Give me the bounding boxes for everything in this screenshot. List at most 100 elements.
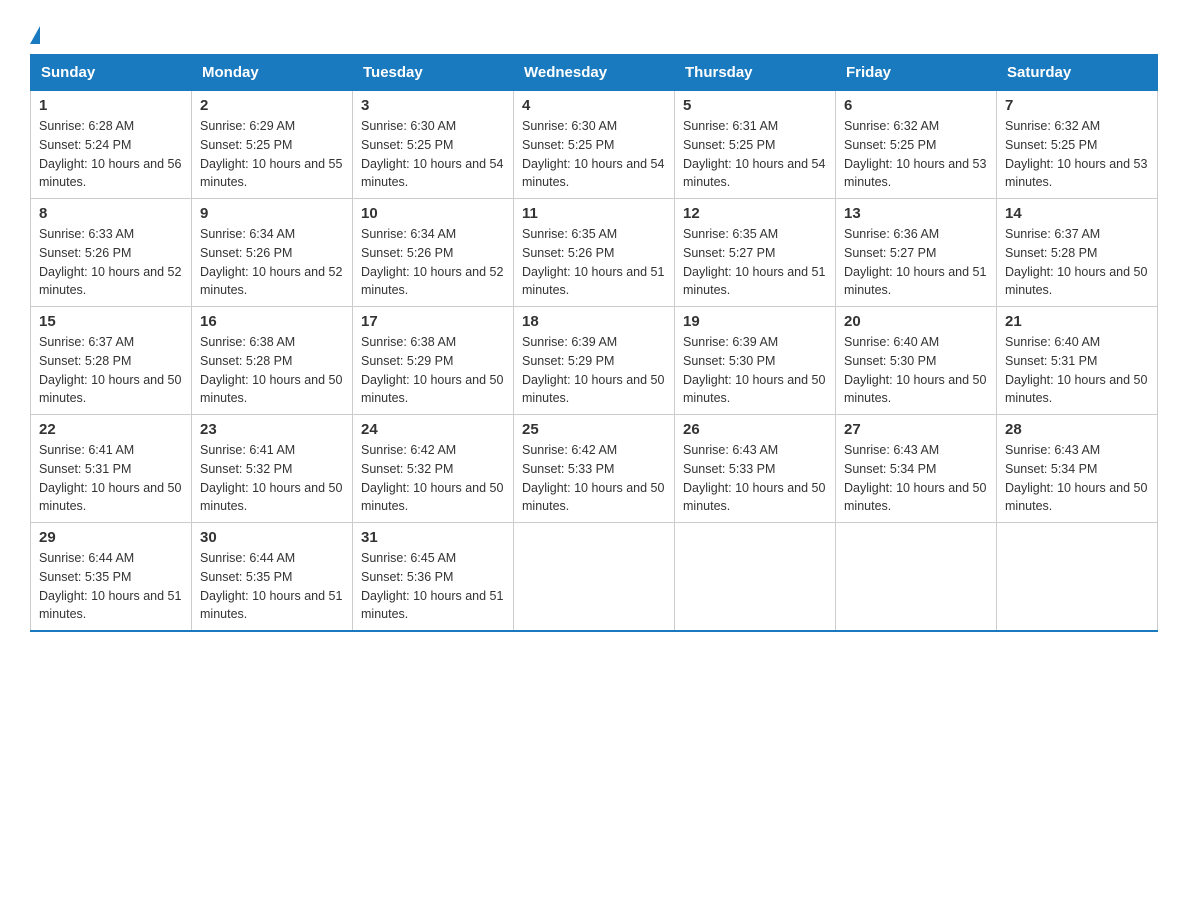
day-number: 5 [683, 97, 827, 114]
day-number: 18 [522, 313, 666, 330]
calendar-cell: 28 Sunrise: 6:43 AM Sunset: 5:34 PM Dayl… [997, 415, 1158, 523]
day-info: Sunrise: 6:28 AM Sunset: 5:24 PM Dayligh… [39, 117, 183, 192]
day-info: Sunrise: 6:36 AM Sunset: 5:27 PM Dayligh… [844, 225, 988, 300]
day-info: Sunrise: 6:34 AM Sunset: 5:26 PM Dayligh… [361, 225, 505, 300]
calendar-cell: 3 Sunrise: 6:30 AM Sunset: 5:25 PM Dayli… [353, 90, 514, 199]
day-info: Sunrise: 6:37 AM Sunset: 5:28 PM Dayligh… [39, 333, 183, 408]
day-number: 30 [200, 529, 344, 546]
calendar-cell: 20 Sunrise: 6:40 AM Sunset: 5:30 PM Dayl… [836, 307, 997, 415]
day-info: Sunrise: 6:44 AM Sunset: 5:35 PM Dayligh… [200, 549, 344, 624]
day-number: 17 [361, 313, 505, 330]
calendar-cell [675, 523, 836, 632]
day-header-thursday: Thursday [675, 55, 836, 90]
day-info: Sunrise: 6:31 AM Sunset: 5:25 PM Dayligh… [683, 117, 827, 192]
calendar-cell: 4 Sunrise: 6:30 AM Sunset: 5:25 PM Dayli… [514, 90, 675, 199]
day-number: 6 [844, 97, 988, 114]
day-info: Sunrise: 6:33 AM Sunset: 5:26 PM Dayligh… [39, 225, 183, 300]
day-number: 11 [522, 205, 666, 222]
logo [30, 30, 40, 44]
day-number: 8 [39, 205, 183, 222]
day-info: Sunrise: 6:40 AM Sunset: 5:30 PM Dayligh… [844, 333, 988, 408]
day-number: 28 [1005, 421, 1149, 438]
calendar-cell: 7 Sunrise: 6:32 AM Sunset: 5:25 PM Dayli… [997, 90, 1158, 199]
day-number: 23 [200, 421, 344, 438]
calendar-table: SundayMondayTuesdayWednesdayThursdayFrid… [30, 54, 1158, 632]
day-info: Sunrise: 6:30 AM Sunset: 5:25 PM Dayligh… [361, 117, 505, 192]
calendar-week-row: 22 Sunrise: 6:41 AM Sunset: 5:31 PM Dayl… [31, 415, 1158, 523]
day-header-tuesday: Tuesday [353, 55, 514, 90]
day-number: 25 [522, 421, 666, 438]
day-number: 4 [522, 97, 666, 114]
calendar-cell: 14 Sunrise: 6:37 AM Sunset: 5:28 PM Dayl… [997, 199, 1158, 307]
day-number: 14 [1005, 205, 1149, 222]
calendar-cell: 5 Sunrise: 6:31 AM Sunset: 5:25 PM Dayli… [675, 90, 836, 199]
day-info: Sunrise: 6:43 AM Sunset: 5:34 PM Dayligh… [844, 441, 988, 516]
calendar-cell: 10 Sunrise: 6:34 AM Sunset: 5:26 PM Dayl… [353, 199, 514, 307]
calendar-cell [836, 523, 997, 632]
day-number: 22 [39, 421, 183, 438]
day-info: Sunrise: 6:30 AM Sunset: 5:25 PM Dayligh… [522, 117, 666, 192]
day-number: 24 [361, 421, 505, 438]
calendar-cell: 27 Sunrise: 6:43 AM Sunset: 5:34 PM Dayl… [836, 415, 997, 523]
day-info: Sunrise: 6:37 AM Sunset: 5:28 PM Dayligh… [1005, 225, 1149, 300]
day-info: Sunrise: 6:45 AM Sunset: 5:36 PM Dayligh… [361, 549, 505, 624]
calendar-cell: 17 Sunrise: 6:38 AM Sunset: 5:29 PM Dayl… [353, 307, 514, 415]
day-info: Sunrise: 6:41 AM Sunset: 5:31 PM Dayligh… [39, 441, 183, 516]
day-info: Sunrise: 6:34 AM Sunset: 5:26 PM Dayligh… [200, 225, 344, 300]
calendar-cell: 31 Sunrise: 6:45 AM Sunset: 5:36 PM Dayl… [353, 523, 514, 632]
calendar-week-row: 1 Sunrise: 6:28 AM Sunset: 5:24 PM Dayli… [31, 90, 1158, 199]
day-number: 26 [683, 421, 827, 438]
day-info: Sunrise: 6:38 AM Sunset: 5:28 PM Dayligh… [200, 333, 344, 408]
day-number: 19 [683, 313, 827, 330]
day-info: Sunrise: 6:38 AM Sunset: 5:29 PM Dayligh… [361, 333, 505, 408]
day-header-monday: Monday [192, 55, 353, 90]
day-info: Sunrise: 6:44 AM Sunset: 5:35 PM Dayligh… [39, 549, 183, 624]
day-header-wednesday: Wednesday [514, 55, 675, 90]
day-info: Sunrise: 6:40 AM Sunset: 5:31 PM Dayligh… [1005, 333, 1149, 408]
calendar-cell: 11 Sunrise: 6:35 AM Sunset: 5:26 PM Dayl… [514, 199, 675, 307]
day-info: Sunrise: 6:32 AM Sunset: 5:25 PM Dayligh… [844, 117, 988, 192]
calendar-cell: 9 Sunrise: 6:34 AM Sunset: 5:26 PM Dayli… [192, 199, 353, 307]
day-info: Sunrise: 6:35 AM Sunset: 5:27 PM Dayligh… [683, 225, 827, 300]
day-info: Sunrise: 6:43 AM Sunset: 5:34 PM Dayligh… [1005, 441, 1149, 516]
calendar-week-row: 29 Sunrise: 6:44 AM Sunset: 5:35 PM Dayl… [31, 523, 1158, 632]
day-info: Sunrise: 6:39 AM Sunset: 5:30 PM Dayligh… [683, 333, 827, 408]
calendar-cell: 19 Sunrise: 6:39 AM Sunset: 5:30 PM Dayl… [675, 307, 836, 415]
calendar-cell: 6 Sunrise: 6:32 AM Sunset: 5:25 PM Dayli… [836, 90, 997, 199]
calendar-cell [997, 523, 1158, 632]
calendar-week-row: 15 Sunrise: 6:37 AM Sunset: 5:28 PM Dayl… [31, 307, 1158, 415]
day-number: 12 [683, 205, 827, 222]
calendar-cell: 2 Sunrise: 6:29 AM Sunset: 5:25 PM Dayli… [192, 90, 353, 199]
day-info: Sunrise: 6:32 AM Sunset: 5:25 PM Dayligh… [1005, 117, 1149, 192]
day-number: 3 [361, 97, 505, 114]
calendar-cell: 12 Sunrise: 6:35 AM Sunset: 5:27 PM Dayl… [675, 199, 836, 307]
day-header-friday: Friday [836, 55, 997, 90]
day-number: 29 [39, 529, 183, 546]
calendar-cell: 26 Sunrise: 6:43 AM Sunset: 5:33 PM Dayl… [675, 415, 836, 523]
calendar-week-row: 8 Sunrise: 6:33 AM Sunset: 5:26 PM Dayli… [31, 199, 1158, 307]
calendar-cell [514, 523, 675, 632]
day-info: Sunrise: 6:42 AM Sunset: 5:32 PM Dayligh… [361, 441, 505, 516]
day-number: 13 [844, 205, 988, 222]
day-info: Sunrise: 6:29 AM Sunset: 5:25 PM Dayligh… [200, 117, 344, 192]
day-info: Sunrise: 6:41 AM Sunset: 5:32 PM Dayligh… [200, 441, 344, 516]
page-header [30, 20, 1158, 44]
day-info: Sunrise: 6:42 AM Sunset: 5:33 PM Dayligh… [522, 441, 666, 516]
day-header-saturday: Saturday [997, 55, 1158, 90]
calendar-header-row: SundayMondayTuesdayWednesdayThursdayFrid… [31, 55, 1158, 90]
logo-triangle-icon [30, 26, 40, 44]
day-header-sunday: Sunday [31, 55, 192, 90]
calendar-cell: 24 Sunrise: 6:42 AM Sunset: 5:32 PM Dayl… [353, 415, 514, 523]
day-number: 1 [39, 97, 183, 114]
day-number: 9 [200, 205, 344, 222]
calendar-cell: 18 Sunrise: 6:39 AM Sunset: 5:29 PM Dayl… [514, 307, 675, 415]
day-number: 31 [361, 529, 505, 546]
calendar-cell: 8 Sunrise: 6:33 AM Sunset: 5:26 PM Dayli… [31, 199, 192, 307]
calendar-cell: 21 Sunrise: 6:40 AM Sunset: 5:31 PM Dayl… [997, 307, 1158, 415]
calendar-cell: 1 Sunrise: 6:28 AM Sunset: 5:24 PM Dayli… [31, 90, 192, 199]
day-number: 10 [361, 205, 505, 222]
calendar-cell: 22 Sunrise: 6:41 AM Sunset: 5:31 PM Dayl… [31, 415, 192, 523]
calendar-cell: 15 Sunrise: 6:37 AM Sunset: 5:28 PM Dayl… [31, 307, 192, 415]
calendar-cell: 23 Sunrise: 6:41 AM Sunset: 5:32 PM Dayl… [192, 415, 353, 523]
day-number: 21 [1005, 313, 1149, 330]
